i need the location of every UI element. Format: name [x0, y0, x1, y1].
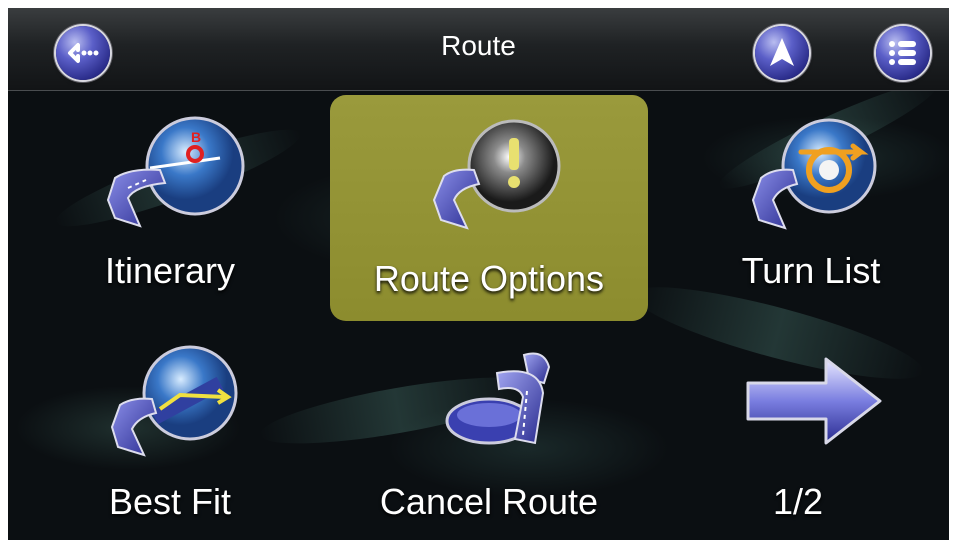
menu-item-label: Best Fit: [108, 481, 232, 522]
menu-item-cancel-route[interactable]: Cancel Route: [339, 343, 639, 533]
screen: Route B Itinerary Route Options Turn Lis…: [8, 8, 949, 540]
menu-item-label: Cancel Route: [379, 481, 599, 522]
menu-item-label: Route Options: [373, 258, 605, 299]
menu-item-turn-list[interactable]: Turn List: [661, 108, 949, 308]
menu-item-itinerary[interactable]: B Itinerary: [20, 108, 320, 308]
page-indicator: 1/2: [772, 481, 824, 522]
next-page-arrow-icon: [746, 357, 882, 445]
list-menu-icon: [889, 41, 916, 65]
navigate-button[interactable]: [755, 26, 809, 80]
best-fit-icon: [110, 345, 238, 457]
list-menu-button[interactable]: [876, 26, 930, 80]
next-page-button[interactable]: 1/2: [648, 343, 948, 533]
header-bar: Route: [8, 8, 949, 91]
cancel-route-icon: [445, 352, 551, 445]
svg-text:B: B: [191, 129, 201, 145]
itinerary-icon: B: [106, 116, 245, 228]
menu-item-label: Itinerary: [104, 250, 236, 291]
navigate-arrow-icon: [770, 38, 794, 66]
menu-item-route-options[interactable]: Route Options: [339, 108, 639, 308]
menu-item-label: Turn List: [741, 250, 881, 291]
menu-item-best-fit[interactable]: Best Fit: [20, 343, 320, 533]
turn-list-icon: [751, 118, 877, 230]
route-options-icon: [432, 119, 561, 230]
